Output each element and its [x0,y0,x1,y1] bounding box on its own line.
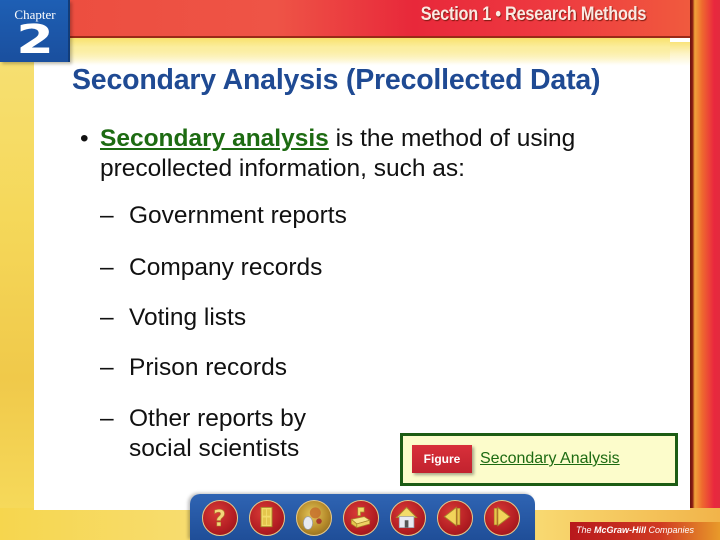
home-icon [395,506,418,528]
publisher-banner: The McGraw-Hill Companies [570,522,720,540]
web-resources-button[interactable] [296,500,332,536]
secondary-analysis-term-link[interactable]: Secondary analysis [100,125,329,152]
publisher-suffix: Companies [646,525,695,535]
right-decorative-strip [690,0,720,540]
figure-tag[interactable]: Figure [412,445,472,473]
figure-link-box[interactable]: Figure Secondary Analysis [400,433,678,486]
bullet-marker: • [80,125,89,152]
svg-text:?: ? [213,507,226,532]
chapter-number: 2 [16,17,54,63]
chapter-badge: Chapter 2 [0,0,70,62]
publisher-name: McGraw-Hill [594,525,647,535]
publisher-logo: The McGraw-Hill Companies [576,525,694,535]
figure-link[interactable]: Secondary Analysis [480,450,620,468]
resources-button[interactable] [343,500,379,536]
dash-marker: – [100,202,114,229]
section-title: Section 1 • Research Methods [420,4,646,25]
dash-marker: – [100,254,114,281]
top-decorative-glow [0,34,670,64]
home-button[interactable] [390,500,426,536]
globe-mouse-icon [303,507,322,530]
next-button[interactable] [484,500,520,536]
exit-button[interactable] [249,500,285,536]
dash-marker: – [100,304,114,331]
resource-icon [350,507,371,529]
arrow-right-icon [493,506,511,527]
slide-title: Secondary Analysis (Precollected Data) [72,64,601,96]
publisher-prefix: The [576,525,595,535]
left-decorative-strip [0,0,34,540]
list-item-text: Company records [129,254,323,281]
arrow-left-icon [443,506,461,527]
dash-marker: – [100,354,114,381]
bullet-text: Secondary analysis is the method of usin… [100,124,620,184]
list-item-text: Government reports [129,202,347,229]
list-item-text: Prison records [129,354,287,381]
navigation-bar: ? [190,494,535,540]
section-header-bar: Section 1 • Research Methods [0,0,690,38]
dash-marker: – [100,405,114,432]
question-mark-icon: ? [213,506,226,532]
list-item-text: Voting lists [129,304,247,331]
list-item-text: Other reports by social scientists [129,405,307,462]
help-button[interactable]: ? [202,500,238,536]
previous-button[interactable] [437,500,473,536]
door-icon [260,506,273,528]
